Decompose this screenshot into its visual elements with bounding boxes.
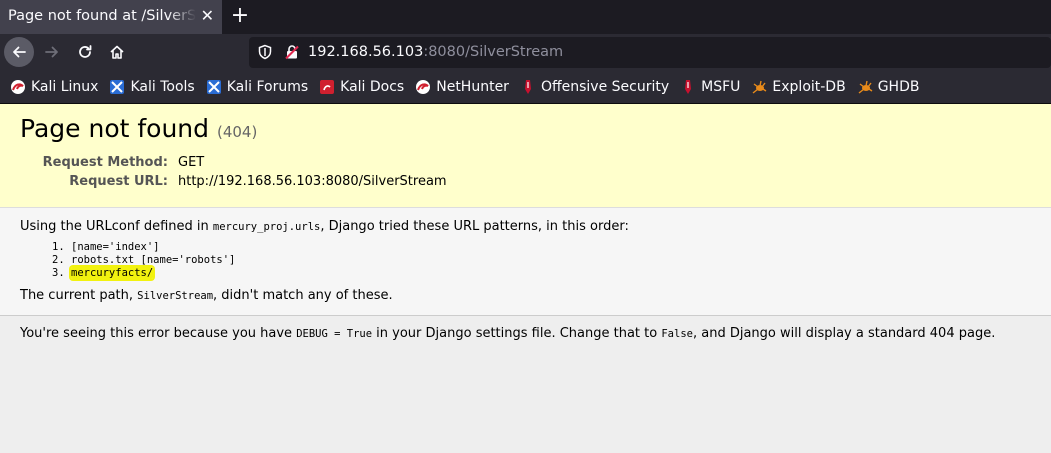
request-meta: Request Method: GET Request URL: http://… — [20, 155, 1031, 189]
new-tab-button[interactable]: + — [229, 2, 251, 30]
debug-false: False — [661, 328, 693, 340]
kali-docs-icon — [320, 80, 335, 94]
bookmark-label: Kali Linux — [31, 79, 99, 95]
urlconf-post: , Django tried these URL patterns, in th… — [320, 219, 629, 234]
request-method-value: GET — [178, 155, 205, 170]
reload-icon — [79, 45, 92, 58]
url-pattern-item: robots.txt [name='robots'] — [71, 254, 1031, 267]
path-pre: The current path, — [20, 288, 138, 303]
kali-icon — [11, 80, 25, 94]
urlconf-module: mercury_proj.urls — [212, 221, 321, 233]
offsec-icon — [685, 80, 692, 94]
bookmark-ghdb[interactable]: GHDB — [857, 79, 920, 95]
url-text: 192.168.56.103:8080/SilverStream — [308, 37, 563, 68]
navigation-bar: 192.168.56.103:8080/SilverStream — [0, 34, 1051, 71]
bookmark-label: Kali Docs — [340, 79, 405, 95]
url-pattern: [name='index'] — [71, 241, 160, 253]
active-tab[interactable]: Page not found at /SilverStream ✕ — [0, 0, 222, 34]
tab-bar: Page not found at /SilverStream ✕ + — [0, 0, 1051, 34]
bookmark-kali-docs[interactable]: Kali Docs — [319, 79, 404, 95]
urlconf-text: Using the URLconf defined in mercury_pro… — [20, 219, 1031, 234]
debug-mid: in your Django settings file. Change tha… — [372, 326, 662, 341]
error-summary: Page not found (404) Request Method: GET… — [0, 104, 1051, 208]
arrow-left-icon — [13, 46, 26, 58]
tab-title: Page not found at /SilverStream — [8, 8, 196, 24]
bookmark-kali-linux[interactable]: Kali Linux — [10, 79, 98, 95]
url-pattern-item: mercuryfacts/ — [71, 267, 1031, 280]
debug-text: You're seeing this error because you hav… — [20, 326, 1031, 341]
page-content: Page not found (404) Request Method: GET… — [0, 104, 1051, 453]
back-button[interactable] — [4, 37, 34, 67]
bookmark-label: Kali Tools — [130, 79, 195, 95]
bookmark-exploit-db[interactable]: Exploit-DB — [751, 79, 846, 95]
request-method-label: Request Method: — [42, 155, 168, 170]
insecure-lock-icon[interactable] — [284, 44, 300, 60]
kali-forums-icon — [206, 80, 221, 94]
home-button[interactable] — [102, 37, 132, 67]
offsec-icon — [524, 80, 531, 94]
page-title-text: Page not found — [20, 114, 210, 143]
request-url-label: Request URL: — [69, 174, 168, 189]
shield-icon[interactable] — [257, 44, 273, 60]
bookmark-label: Offensive Security — [540, 79, 670, 95]
bookmark-nethunter[interactable]: NetHunter — [415, 79, 509, 95]
url-pattern-highlighted: mercuryfacts/ — [71, 267, 154, 279]
bookmark-kali-forums[interactable]: Kali Forums — [206, 79, 308, 95]
current-path-text: The current path, SilverStream, didn't m… — [20, 288, 1031, 303]
current-path: SilverStream — [137, 290, 214, 302]
exploitdb-icon — [858, 80, 873, 94]
bookmarks-toolbar: Kali Linux Kali Tools Kali Forums Kali D… — [0, 71, 1051, 104]
status-code: (404) — [216, 123, 258, 141]
url-pattern-item: [name='index'] — [71, 241, 1031, 254]
bookmark-msfu[interactable]: MSFU — [680, 79, 740, 95]
error-info: Using the URLconf defined in mercury_pro… — [0, 208, 1051, 316]
request-url-value: http://192.168.56.103:8080/SilverStream — [178, 174, 447, 189]
close-tab-icon[interactable]: ✕ — [201, 0, 214, 32]
kali-icon — [416, 80, 431, 94]
arrow-right-icon — [45, 46, 58, 58]
home-icon — [110, 45, 124, 59]
debug-explanation: You're seeing this error because you hav… — [0, 316, 1051, 351]
urlconf-pre: Using the URLconf defined in — [20, 219, 213, 234]
url-path: :8080/SilverStream — [423, 44, 564, 60]
bookmark-label: Kali Forums — [226, 79, 309, 95]
bookmark-kali-tools[interactable]: Kali Tools — [109, 79, 195, 95]
url-pattern: robots.txt [name='robots'] — [71, 254, 236, 266]
path-post: , didn't match any of these. — [213, 288, 393, 303]
debug-pre: You're seeing this error because you hav… — [20, 326, 297, 341]
forward-button[interactable] — [37, 37, 67, 67]
bookmark-label: Exploit-DB — [772, 79, 846, 95]
exploitdb-icon — [752, 80, 767, 94]
bookmark-label: GHDB — [877, 79, 920, 95]
page-title: Page not found (404) — [20, 114, 1031, 143]
url-host: 192.168.56.103 — [308, 44, 424, 60]
debug-setting: DEBUG = True — [296, 328, 373, 340]
bookmark-offensive-security[interactable]: Offensive Security — [520, 79, 669, 95]
kali-tools-icon — [110, 80, 125, 94]
debug-post: , and Django will display a standard 404… — [692, 326, 996, 341]
bookmark-label: MSFU — [701, 79, 741, 95]
bookmark-label: NetHunter — [436, 79, 509, 95]
url-pattern-list: [name='index'] robots.txt [name='robots'… — [20, 241, 1031, 280]
address-bar[interactable]: 192.168.56.103:8080/SilverStream — [249, 37, 1051, 68]
reload-button[interactable] — [70, 37, 100, 67]
